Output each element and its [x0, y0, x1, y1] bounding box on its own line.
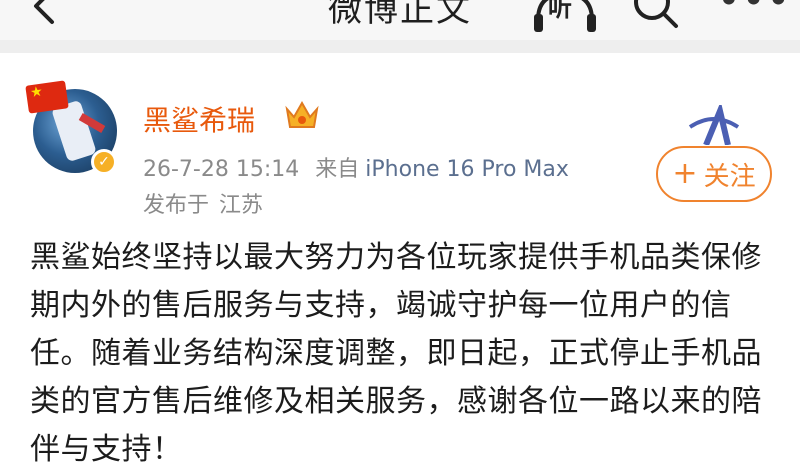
timestamp: 26-7-28 15:14 [143, 157, 300, 182]
search-icon[interactable] [630, 0, 680, 30]
plus-icon: + [672, 156, 698, 191]
avatar[interactable]: ★ ✓ [25, 80, 119, 179]
china-flag-icon: ★ [25, 80, 69, 114]
location-value: 江苏 [219, 193, 264, 218]
top-nav-bar: 微博正文 听 ••• [0, 0, 800, 40]
verified-badge-icon: ✓ [91, 149, 117, 175]
location-line: 发布于 江苏 [143, 187, 263, 219]
listen-label: 听 [548, 0, 572, 22]
follow-button[interactable]: + 关注 [656, 146, 772, 202]
username[interactable]: 黑鲨希瑞 [143, 99, 255, 139]
post-meta: 26-7-28 15:14 来自 iPhone 16 Pro Max [143, 151, 569, 183]
page-title: 微博正文 [328, 0, 472, 30]
post-card: ★ ✓ 黑鲨希瑞 26-7-28 15:14 来自 iPhone 16 Pro Ma… [0, 53, 800, 467]
device-source[interactable]: iPhone 16 Pro Max [365, 157, 569, 182]
crown-icon [285, 100, 319, 128]
location-label: 发布于 [143, 193, 210, 218]
section-divider [0, 40, 800, 53]
more-icon[interactable]: ••• [718, 0, 792, 20]
listen-button[interactable]: 听 [530, 0, 600, 36]
avengers-logo-icon [688, 105, 740, 145]
follow-label: 关注 [703, 161, 756, 192]
post-text: 黑鲨始终坚持以最大努力为各位玩家提供手机品类保修期内外的售后服务与支持，竭诚守护… [30, 240, 762, 467]
source-prefix: 来自 [315, 157, 360, 182]
